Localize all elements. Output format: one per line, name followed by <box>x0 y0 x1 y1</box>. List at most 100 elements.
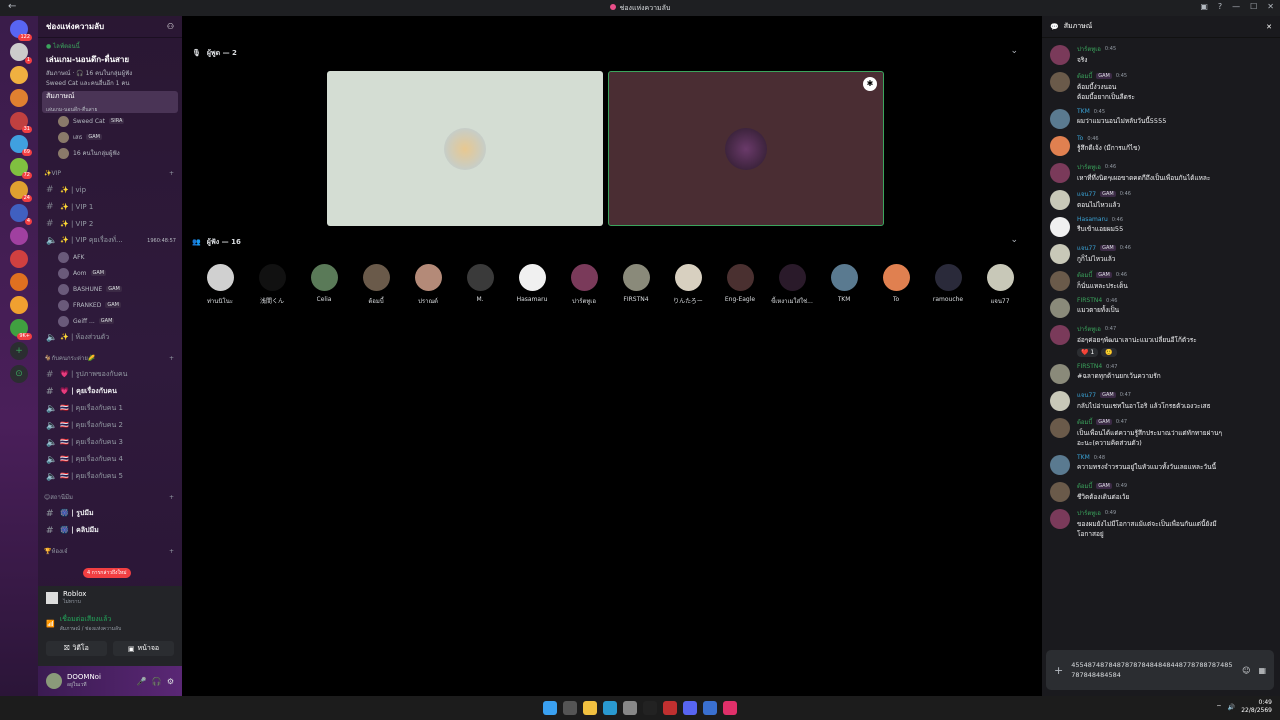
message-author[interactable]: ปาร์ตทูเอ <box>1077 324 1101 334</box>
windows-icon[interactable] <box>543 701 557 715</box>
avatar[interactable] <box>1050 136 1070 156</box>
avatar[interactable] <box>1050 298 1070 318</box>
avatar[interactable] <box>1050 190 1070 210</box>
listener[interactable]: ปาร์ตทูเอ <box>558 264 610 306</box>
listener[interactable]: TKM <box>818 264 870 306</box>
channel-item[interactable]: # 💗 | คุยเรื่องกับคน <box>38 383 182 400</box>
listener[interactable]: Celia <box>298 264 350 306</box>
channel-item[interactable]: # 🎆 | คลิปมีม <box>38 522 182 539</box>
listener[interactable]: แจน77 <box>974 264 1026 306</box>
voice-user[interactable]: 16 คนในกลุ่มผู้ฟัง <box>38 145 182 161</box>
message-author[interactable]: TKM <box>1077 454 1090 461</box>
wifi-icon[interactable]: ⌔ <box>1216 703 1222 711</box>
speaker-tile[interactable]: ✱ <box>608 71 884 226</box>
maximize-button[interactable]: ☐ <box>1250 2 1257 11</box>
message-author[interactable]: ปาร์ตทูเอ <box>1077 508 1101 518</box>
voice-user[interactable]: Geiff ... GAM <box>38 313 182 329</box>
channel-item[interactable]: # 💗 | รูปภาพของกับคน <box>38 366 182 383</box>
server-icon[interactable] <box>10 89 28 107</box>
listener[interactable]: ปราณต์ <box>402 264 454 306</box>
voice-user[interactable]: AFK <box>38 249 182 265</box>
app-icon[interactable] <box>703 701 717 715</box>
listener[interactable]: ท่านนิโนะ <box>194 264 246 306</box>
avatar[interactable] <box>1050 163 1070 183</box>
message-author[interactable]: แจน77 <box>1077 390 1096 400</box>
system-tray[interactable]: ⌔ 🔊 0:49 22/8/2569 <box>1216 699 1272 715</box>
headset-icon[interactable]: 🎧 <box>152 677 162 686</box>
server-icon[interactable] <box>10 273 28 291</box>
channel-item[interactable]: # ✨ | VIP 2 <box>38 215 182 232</box>
chevron-down-icon[interactable]: ⌄ <box>1010 46 1018 56</box>
server-icon[interactable]: 69 <box>10 135 32 156</box>
category-couple[interactable]: 🐐กับคนกระต่าย🌽 + <box>38 350 182 366</box>
mic-icon[interactable]: 🎤 <box>137 677 147 686</box>
user-panel[interactable]: DOOMNoi อยู่ในเวที 🎤 🎧 ⚙ <box>38 666 182 696</box>
listener[interactable]: To <box>870 264 922 306</box>
category-meme[interactable]: 😊สถานีมีม + <box>38 489 182 505</box>
apps-icon[interactable]: ▦ <box>1258 666 1266 675</box>
avatar[interactable] <box>1050 325 1070 345</box>
server-icon[interactable]: 122 <box>10 20 32 41</box>
server-icon[interactable]: 9K+ <box>10 319 32 340</box>
store-icon[interactable] <box>623 701 637 715</box>
message-author[interactable]: ปาร์ตทูเอ <box>1077 44 1101 54</box>
channel-item[interactable]: 🔈 🇹🇭 | คุยเรื่องกับคน 1 <box>38 400 182 417</box>
folder-icon[interactable] <box>583 701 597 715</box>
minimize-button[interactable]: — <box>1232 2 1240 11</box>
listener[interactable]: FIRSTN4 <box>610 264 662 306</box>
plus-icon[interactable]: + <box>1054 664 1063 677</box>
reaction[interactable]: ❤️ 1 <box>1077 348 1099 357</box>
message-author[interactable]: แจน77 <box>1077 243 1096 253</box>
listener[interactable]: 浅間くん <box>246 264 298 306</box>
server-icon[interactable] <box>10 227 28 245</box>
discover-icon[interactable]: ⊙ <box>10 365 28 383</box>
close-button[interactable]: ✕ <box>1267 2 1274 11</box>
screen-share-button[interactable]: ▣ หน้าจอ <box>113 641 174 656</box>
channel-item[interactable]: 🔈 ✨ | VIP คุยเรื่องทั่... 1960:48:57 <box>38 232 182 249</box>
inbox-icon[interactable]: ▣ <box>1200 2 1208 11</box>
voice-user[interactable]: FRANKED GAM <box>38 297 182 313</box>
server-icon[interactable]: 72 <box>10 158 32 179</box>
avatar[interactable] <box>1050 364 1070 384</box>
avatar[interactable] <box>1050 455 1070 475</box>
tiktok-icon[interactable] <box>643 701 657 715</box>
discord-icon[interactable] <box>683 701 697 715</box>
emoji-icon[interactable]: ☺ <box>1242 666 1250 675</box>
category-vip[interactable]: ✨VIP + <box>38 165 182 181</box>
voice-user[interactable]: Aom GAM <box>38 265 182 281</box>
server-icon[interactable] <box>10 250 28 268</box>
volume-icon[interactable]: 🔊 <box>1228 704 1235 711</box>
message-author[interactable]: ต้อมบี้ <box>1077 270 1092 280</box>
speaker-tile[interactable] <box>327 71 603 226</box>
search-icon[interactable] <box>563 701 577 715</box>
server-icon[interactable] <box>10 66 28 84</box>
stage-channel[interactable]: สัมภาษณ์ เล่นเกม-นอนดึก-ตื่นสาย <box>42 91 178 113</box>
message-author[interactable]: FIRSTN4 <box>1077 363 1102 370</box>
back-arrow-icon[interactable]: ← <box>8 1 16 12</box>
channel-item[interactable]: # ✨ | VIP 1 <box>38 198 182 215</box>
message-author[interactable]: ต้อมบี้ <box>1077 417 1092 427</box>
add-member-icon[interactable]: ⚇ <box>167 22 174 31</box>
message-author[interactable]: ปาร์ตทูเอ <box>1077 162 1101 172</box>
channel-item[interactable]: 🔈 🇹🇭 | คุยเรื่องกับคน 5 <box>38 468 182 485</box>
server-icon[interactable]: 1 <box>10 43 32 64</box>
avatar[interactable] <box>1050 482 1070 502</box>
category-more[interactable]: 🏆ห้องเจ๋ + <box>38 543 182 559</box>
close-icon[interactable]: ✕ <box>1266 23 1272 31</box>
server-icon[interactable]: 4 <box>10 204 32 225</box>
avatar[interactable] <box>1050 418 1070 438</box>
listener[interactable]: ขี้เหงาเมใส่ใช่... <box>766 264 818 306</box>
message-author[interactable]: ต้อมบี้ <box>1077 71 1092 81</box>
channel-item[interactable]: # ✨ | vip <box>38 181 182 198</box>
voice-user[interactable]: Sweed Cat SIRA <box>38 113 182 129</box>
message-author[interactable]: แจน77 <box>1077 189 1096 199</box>
server-icon[interactable] <box>10 296 28 314</box>
add-server-icon[interactable]: + <box>10 342 28 360</box>
live-event[interactable]: ● ไลฟ์ตอนนี้ เล่นเกม-นอนดึก-ตื่นสาย สัมภ… <box>38 38 182 91</box>
avatar[interactable] <box>1050 45 1070 65</box>
avatar[interactable] <box>1050 391 1070 411</box>
voice-user[interactable]: เสธ GAM <box>38 129 182 145</box>
message-author[interactable]: TKM <box>1077 108 1090 115</box>
video-button[interactable]: ⛝ วิดีโอ <box>46 641 107 656</box>
channel-item[interactable]: # 🎆 | รูปมีม <box>38 505 182 522</box>
